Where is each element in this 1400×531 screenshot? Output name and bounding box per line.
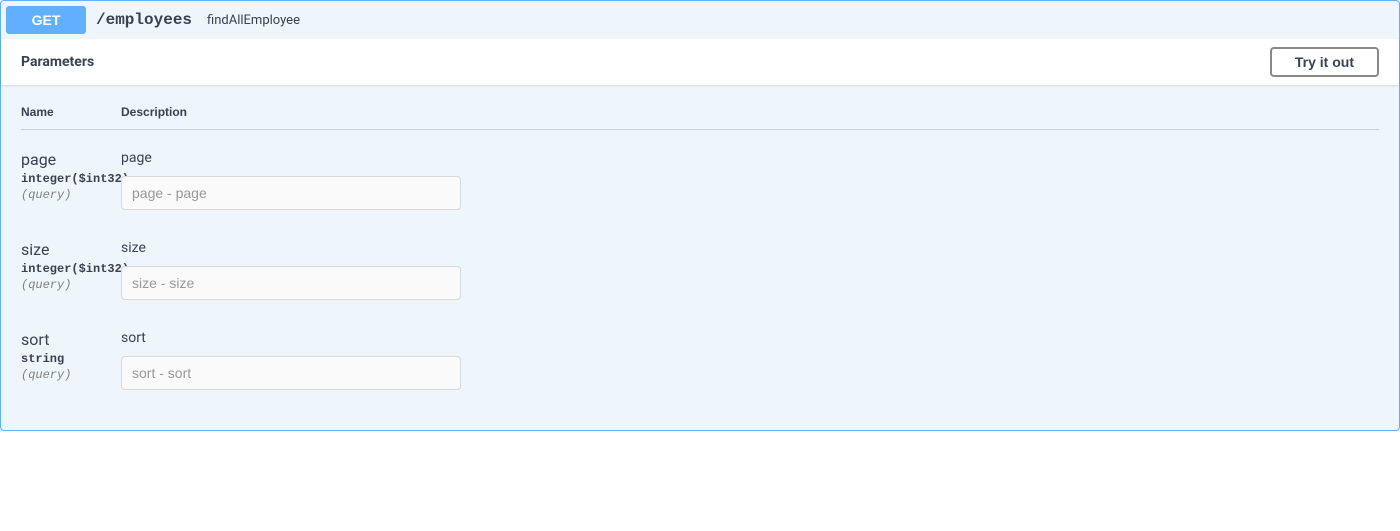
parameter-row: sort string (query) sort <box>21 320 1379 410</box>
parameter-type: integer($int32) <box>21 259 121 276</box>
parameter-name: sort <box>21 330 121 349</box>
parameter-in: (query) <box>21 276 121 292</box>
parameter-description: sort <box>121 330 1379 346</box>
parameter-description: size <box>121 240 1379 256</box>
operation-block: GET /employees findAllEmployee Parameter… <box>0 0 1400 431</box>
parameter-description-cell: sort <box>121 330 1379 390</box>
parameter-name-cell: sort string (query) <box>21 330 121 382</box>
parameter-description-cell: page <box>121 150 1379 210</box>
parameters-table-header: Name Description <box>21 105 1379 130</box>
parameter-in: (query) <box>21 186 121 202</box>
parameter-name-cell: page integer($int32) (query) <box>21 150 121 202</box>
parameter-name: size <box>21 240 121 259</box>
parameter-description-cell: size <box>121 240 1379 300</box>
parameter-in: (query) <box>21 366 121 382</box>
operation-description: findAllEmployee <box>202 13 305 28</box>
parameter-type: integer($int32) <box>21 169 121 186</box>
parameter-name-cell: size integer($int32) (query) <box>21 240 121 292</box>
parameter-name: page <box>21 150 121 169</box>
parameter-input-size[interactable] <box>121 266 461 300</box>
parameter-type: string <box>21 349 121 366</box>
parameters-header: Parameters Try it out <box>1 39 1399 85</box>
column-header-description: Description <box>121 105 187 119</box>
column-header-name: Name <box>21 105 121 119</box>
parameter-input-sort[interactable] <box>121 356 461 390</box>
parameter-row: size integer($int32) (query) size <box>21 230 1379 320</box>
operation-summary[interactable]: GET /employees findAllEmployee <box>1 1 1399 39</box>
parameter-row: page integer($int32) (query) page <box>21 140 1379 230</box>
parameter-description: page <box>121 150 1379 166</box>
parameters-title: Parameters <box>21 54 94 70</box>
endpoint-path: /employees <box>86 11 202 29</box>
parameter-input-page[interactable] <box>121 176 461 210</box>
parameters-body: Name Description page integer($int32) (q… <box>1 85 1399 430</box>
http-method-badge: GET <box>6 6 86 34</box>
try-it-out-button[interactable]: Try it out <box>1270 47 1379 77</box>
